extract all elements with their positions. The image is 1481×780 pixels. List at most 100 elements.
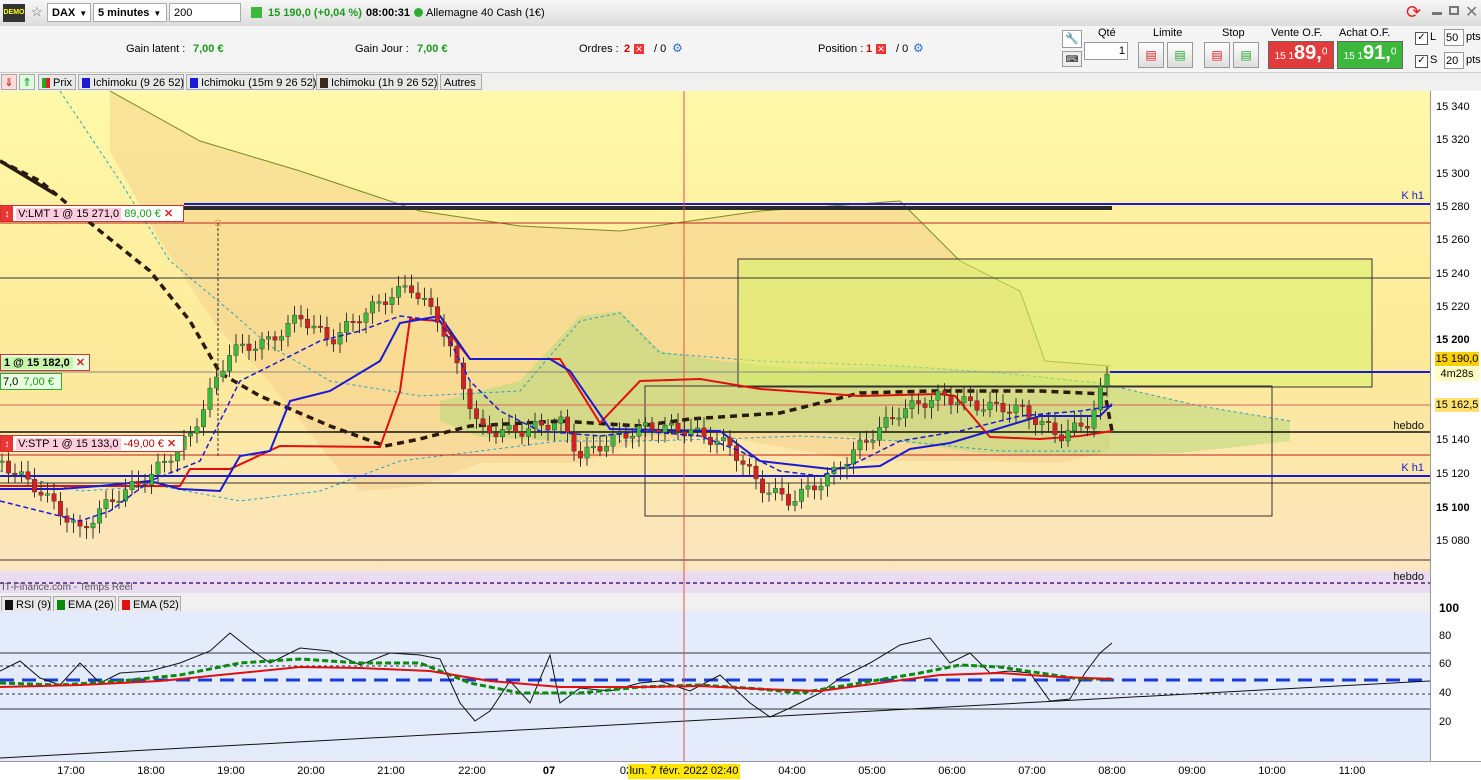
tab-label: Prix — [53, 77, 72, 89]
candle-down — [942, 390, 947, 396]
tab-label: Autres — [444, 77, 476, 89]
time-tick-label: 10:00 — [1258, 765, 1286, 777]
wrench-icon[interactable]: 🔧 — [1062, 30, 1082, 48]
candle-up — [1072, 422, 1077, 431]
kh1-top-label: K h1 — [1401, 190, 1424, 202]
candle-up — [201, 409, 206, 428]
candle-up — [1091, 409, 1097, 429]
candle-down — [649, 422, 655, 430]
stop-sell-button[interactable]: ▤ — [1204, 42, 1230, 68]
candle-up — [773, 488, 778, 494]
limit-sell-button[interactable]: ▤ — [1138, 42, 1164, 68]
candle-up — [825, 473, 830, 487]
buy-button[interactable]: 15 191,0 — [1337, 41, 1403, 69]
rsi-tick-label: 20 — [1439, 716, 1452, 728]
candle-down — [1000, 403, 1006, 413]
candle-down — [25, 471, 31, 480]
price-tick-label: 15 320 — [1436, 134, 1470, 146]
ordres-count[interactable]: 2 — [624, 43, 630, 55]
candle-up — [207, 387, 213, 410]
candle-down — [454, 345, 460, 364]
candle-down — [994, 401, 999, 404]
stop-buy-button[interactable]: ▤ — [1233, 42, 1259, 68]
candle-up — [116, 500, 122, 503]
timeframe-select[interactable]: 5 minutes ▼ — [93, 3, 167, 22]
limit-drag-icon[interactable]: ↕ — [1, 206, 13, 221]
sell-button[interactable]: 15 189,0 — [1268, 41, 1334, 69]
keyboard-icon[interactable]: ⌨ — [1062, 51, 1082, 67]
rsi-chart[interactable] — [0, 593, 1430, 761]
price-tick-label: 15 080 — [1436, 535, 1470, 547]
s-pts-input[interactable] — [1444, 52, 1464, 69]
close-button[interactable]: ✕ — [1465, 2, 1478, 22]
tab-ichimoku-15m[interactable]: Ichimoku (15m 9 26 52) — [186, 74, 317, 90]
order-panel: 🔧 ⌨ Qté Limite ▤ ▤ Stop ▤ ▤ Vente O.F. 1… — [1058, 26, 1481, 73]
s-checkbox[interactable]: ✓ — [1415, 55, 1428, 68]
zoom-out-icon[interactable]: ⇓ — [1, 74, 17, 90]
rsi-axis[interactable]: 100 80 60 40 20 — [1430, 593, 1481, 761]
cancel-stop-icon[interactable]: ✕ — [167, 438, 176, 450]
candle-up — [253, 348, 258, 351]
tab-prix[interactable]: Prix — [38, 74, 76, 90]
candle-up — [90, 522, 96, 529]
position-count[interactable]: 1 — [866, 43, 872, 55]
tab-ichimoku-1[interactable]: Ichimoku (9 26 52) — [78, 74, 184, 90]
sell-decimal: 0 — [1321, 46, 1328, 58]
candle-up — [285, 322, 291, 337]
candle-down — [779, 488, 785, 495]
price-tick-label: 15 220 — [1436, 301, 1470, 313]
l-checkbox[interactable]: ✓ — [1415, 32, 1428, 45]
candle-down — [383, 301, 388, 305]
candle-down — [110, 499, 115, 502]
candle-down — [539, 421, 544, 426]
candle-down — [812, 485, 817, 491]
tab-label: Ichimoku (15m 9 26 52) — [201, 77, 317, 89]
cancel-limit-icon[interactable]: ✕ — [164, 208, 173, 220]
position-chip[interactable]: 1 @ 15 182,0 ✕ — [0, 354, 90, 371]
candle-up — [500, 429, 505, 437]
stop-order-chip[interactable]: ↕ V:STP 1 @ 15 133,0 -49,00 € ✕ — [0, 435, 184, 452]
tab-autres[interactable]: Autres — [440, 74, 482, 90]
close-position-chip-icon[interactable]: ✕ — [76, 357, 85, 369]
qty-input[interactable] — [1084, 42, 1128, 60]
candle-up — [266, 336, 271, 340]
candle-down — [760, 478, 765, 494]
stop-drag-icon[interactable]: ↕ — [1, 436, 13, 451]
candle-down — [571, 432, 577, 452]
minimize-button[interactable] — [1432, 12, 1442, 15]
candle-down — [1059, 434, 1064, 442]
candle-up — [792, 501, 798, 506]
indicator-tabs: ⇓ ⇑ Prix Ichimoku (9 26 52) Ichimoku (15… — [0, 73, 484, 91]
cancel-orders-icon[interactable]: ✕ — [634, 44, 644, 54]
units-select[interactable]: 200 unités▼ — [169, 3, 241, 38]
price-tick-label: 15 120 — [1436, 468, 1470, 480]
candle-down — [84, 526, 89, 529]
buy-prefix: 15 1 — [1343, 51, 1364, 62]
limit-buy-button[interactable]: ▤ — [1167, 42, 1193, 68]
candle-down — [974, 400, 980, 411]
maximize-button[interactable] — [1449, 6, 1459, 15]
candle-up — [851, 449, 856, 465]
zoom-in-icon[interactable]: ⇑ — [19, 74, 35, 90]
price-chart[interactable]: K h1 hebdo K h1 hebdo IT-Finance.com - T… — [0, 91, 1430, 593]
limit-order-chip[interactable]: ↕ V:LMT 1 @ 15 271,0 89,00 € ✕ — [0, 205, 184, 222]
time-tick-label: 08:00 — [1098, 765, 1126, 777]
tab-ichimoku-1h[interactable]: Ichimoku (1h 9 26 52) — [316, 74, 438, 90]
star-icon[interactable]: ☆ — [31, 4, 44, 20]
l-label: L — [1430, 31, 1437, 43]
price-axis[interactable]: 15 340 15 320 15 300 15 280 15 260 15 240 15 2… — [1430, 91, 1481, 593]
position-settings-icon[interactable]: ⚙ — [913, 41, 924, 55]
level-price-tag: 15 162,5 — [1435, 398, 1479, 412]
candle-up — [981, 409, 986, 412]
close-position-icon[interactable]: ✕ — [876, 44, 886, 54]
price-tick-label: 15 300 — [1436, 168, 1470, 180]
time-axis[interactable]: 17:00 18:00 19:00 20:00 21:00 22:00 07 02 04:00 0… — [0, 761, 1481, 780]
candle-down — [6, 460, 11, 474]
refresh-icon[interactable]: ⟳ — [1406, 2, 1421, 23]
orders-settings-icon[interactable]: ⚙ — [672, 41, 683, 55]
limit-gain-label: 89,00 € — [124, 208, 161, 220]
candle-up — [669, 423, 674, 426]
market-name: Allemagne 40 Cash (1€) — [426, 7, 545, 19]
instrument-select[interactable]: DAX ▼ — [47, 3, 91, 22]
l-pts-input[interactable] — [1444, 29, 1464, 46]
